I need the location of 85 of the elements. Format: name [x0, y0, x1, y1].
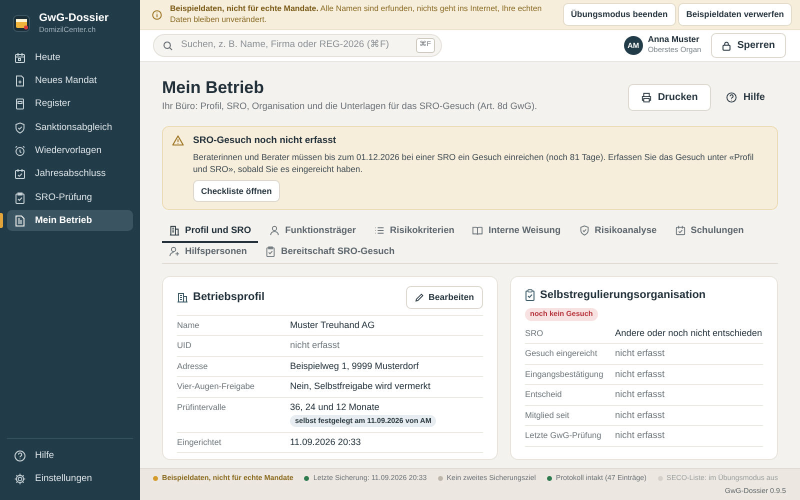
field-value: nicht erfasst: [615, 410, 665, 422]
field-label: Eingangsbestätigung: [525, 368, 604, 380]
field-label: Entscheid: [525, 389, 563, 401]
field-value: nicht erfasst: [615, 389, 665, 401]
field-value: 36, 24 und 12 Monate: [290, 402, 380, 414]
sidebar-item[interactable]: Neues Mandat: [7, 70, 133, 92]
app-logo-icon: [13, 15, 30, 32]
calendar-icon: [14, 52, 26, 64]
sidebar-item[interactable]: Wiedervorlagen: [7, 140, 133, 162]
field-value: 11.09.2026 20:33: [290, 436, 361, 448]
help-icon: [14, 450, 26, 462]
field-label: SRO: [525, 328, 544, 340]
banner-text: Beispieldaten, nicht für echte Mandate. Alle Namen sind erfunden, nichts geht ins Internet, Ihre echten Daten bleiben unverändert.: [170, 4, 543, 26]
field-value: nicht erfasst: [615, 430, 665, 442]
page-subtitle: Ihr Büro: Profil, SRO, Organisation und die Unterlagen für das SRO-Gesuch (Art. 8d GwG).: [162, 100, 538, 114]
calendar-check-icon: [14, 168, 26, 180]
search-icon: [163, 40, 173, 50]
tab[interactable]: Interne Weisung: [465, 222, 568, 243]
help-icon: [726, 92, 738, 103]
search-input[interactable]: Suchen, z. B. Name, Firma oder REG-2026 (⌘F): [179, 37, 410, 54]
field-value: Beispielweg 1, 9999 Musterdorf: [290, 360, 419, 372]
printer-icon: [640, 92, 652, 103]
lock-icon: [722, 40, 732, 50]
clipboard-check-icon: [265, 246, 276, 257]
document-plus-icon: [14, 75, 26, 88]
card-title: Betriebsprofil: [193, 290, 265, 304]
edit-button[interactable]: Bearbeiten: [406, 286, 483, 309]
calendar-check-icon: [674, 225, 686, 236]
sidebar-item[interactable]: SRO-Prüfung: [7, 187, 133, 208]
print-button[interactable]: Drucken: [628, 84, 711, 111]
info-icon: [152, 10, 162, 20]
person-plus-icon: [169, 246, 180, 257]
checklist-button[interactable]: Checkliste öffnen: [193, 180, 280, 202]
clipboard-check-icon: [525, 289, 535, 302]
field-label: Eingerichtet: [177, 436, 222, 448]
sidebar-item[interactable]: Heute: [7, 47, 133, 68]
app-name: GwG-Dossier: [39, 12, 109, 24]
banner-button[interactable]: Übungsmodus beenden: [562, 3, 676, 26]
field-label: Gesuch eingereicht: [525, 348, 598, 360]
sidebar-item[interactable]: Einstellungen: [7, 468, 133, 490]
sidebar-item[interactable]: Sanktionsabgleich: [7, 117, 133, 138]
shield-check-icon: [14, 122, 26, 134]
sidebar-item[interactable]: Hilfe: [7, 445, 133, 466]
pencil-icon: [414, 292, 424, 302]
building-icon: [169, 225, 180, 236]
card-title: Selbstregulierungsorganisation: [540, 288, 706, 302]
tab[interactable]: Profil und SRO: [162, 222, 258, 243]
list-icon: [374, 225, 385, 236]
field-value: nicht erfasst: [615, 348, 665, 360]
sidebar-item[interactable]: Jahresabschluss: [7, 164, 133, 185]
tab[interactable]: Risikoanalyse: [572, 222, 664, 243]
field-label: Adresse: [177, 360, 209, 372]
tab[interactable]: Hilfspersonen: [162, 242, 254, 263]
alarm-clock-icon: [14, 145, 26, 158]
building-icon: [177, 292, 188, 303]
shield-check-icon: [578, 225, 590, 236]
field-label: Prüfintervalle: [177, 402, 227, 414]
banner-button[interactable]: Beispieldaten verwerfen: [678, 3, 792, 26]
field-label: Letzte GwG-Prüfung: [525, 430, 602, 442]
tab[interactable]: Schulungen: [668, 222, 751, 243]
book-icon: [14, 98, 26, 110]
field-label: Vier-Augen-Freigabe: [177, 381, 256, 393]
lock-button[interactable]: Sperren: [711, 33, 786, 58]
settings-icon: [14, 473, 26, 486]
field-value: Muster Treuhand AG: [290, 320, 375, 332]
person-icon: [269, 225, 280, 236]
tab[interactable]: Bereitschaft SRO-Gesuch: [258, 242, 402, 263]
field-value: nicht erfasst: [290, 340, 340, 352]
help-button[interactable]: Hilfe: [713, 84, 778, 111]
field-label: Mitglied seit: [525, 410, 570, 422]
page-title: Mein Betrieb: [162, 78, 266, 98]
field-value: Nein, Selbstfreigabe wird vermerkt: [290, 381, 430, 393]
open-book-icon: [472, 225, 484, 236]
alert-title: SRO-Gesuch noch nicht erfasst: [193, 134, 338, 148]
field-value: Andere oder noch nicht entschieden: [615, 328, 762, 340]
alert-text: Beraterinnen und Berater müssen bis zum 01.12.2026 bei einer SRO ein Gesuch einreichen (noch 81 Tage). Erfassen Sie das Gesuch unter «Profil und SRO», sobald Sie es eingereicht haben.: [193, 150, 755, 175]
field-value: nicht erfasst: [615, 368, 665, 380]
field-label: Name: [177, 320, 200, 332]
tab[interactable]: Funktionsträger: [262, 222, 363, 243]
sidebar-item[interactable]: Register: [7, 94, 133, 115]
field-label: UID: [177, 340, 192, 352]
clipboard-check-icon: [14, 192, 26, 204]
warning-icon: [172, 135, 184, 146]
user-name: Anna Muster: [648, 35, 700, 44]
tab[interactable]: Risikokriterien: [366, 222, 462, 243]
